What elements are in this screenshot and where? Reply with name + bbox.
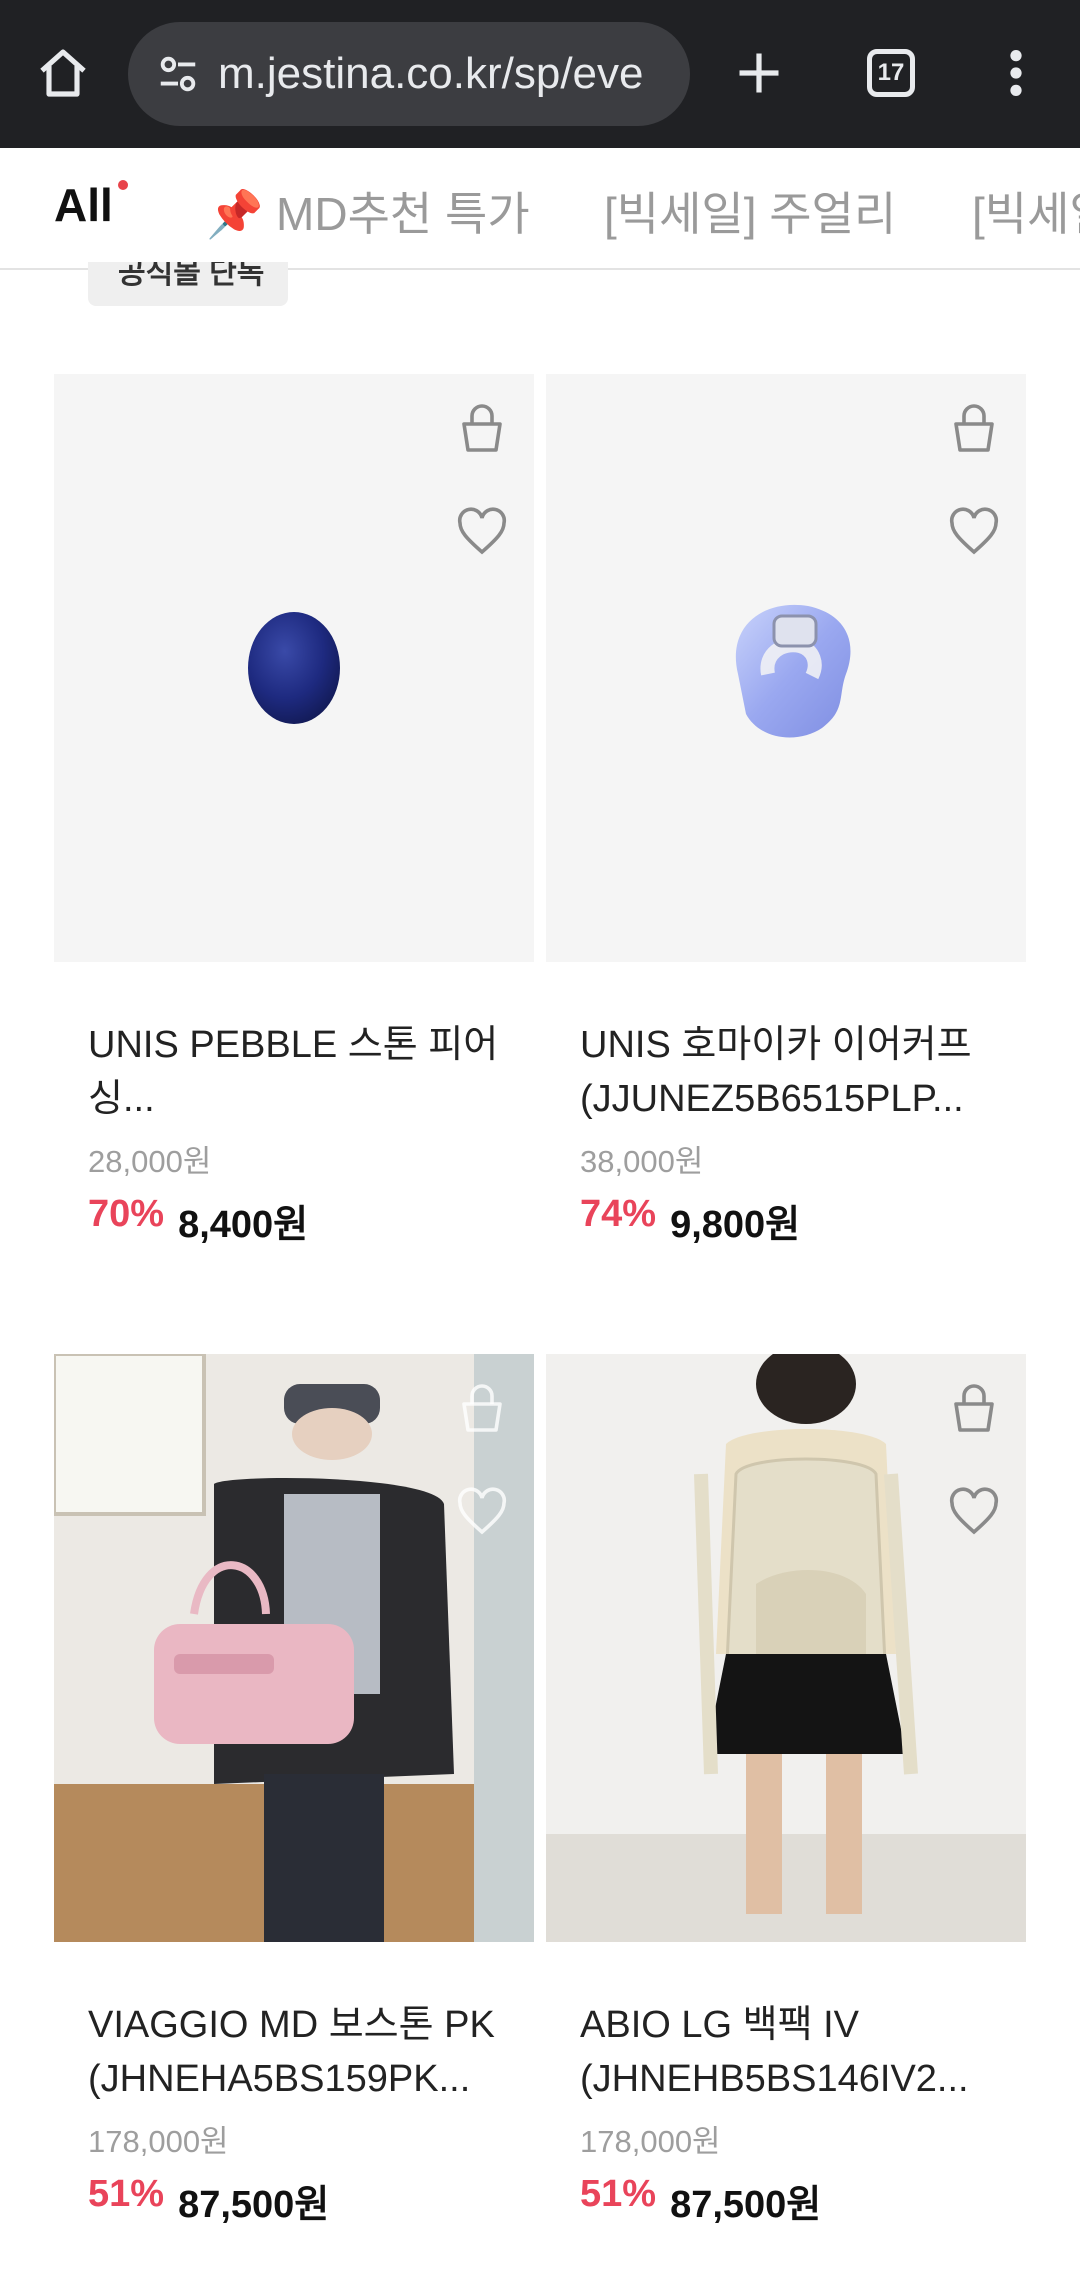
address-bar[interactable]: m.jestina.co.kr/sp/eve <box>128 22 690 126</box>
tab-md-recommend[interactable]: 📌 MD추천 특가 <box>206 178 530 244</box>
discount-rate: 51% <box>88 2173 165 2215</box>
product-image[interactable] <box>54 374 534 962</box>
exclusive-tag-label: 공식몰 단독 <box>118 262 265 290</box>
more-vert-icon <box>1010 50 1022 96</box>
discount-rate: 70% <box>88 1193 165 1235</box>
url-text: m.jestina.co.kr/sp/eve <box>218 49 644 98</box>
tab-big-sale-more[interactable]: [빅세일 <box>972 178 1080 244</box>
backpack-photo <box>546 1354 1026 1942</box>
browser-toolbar: m.jestina.co.kr/sp/eve 17 <box>0 0 1080 148</box>
ear-cuff-image <box>735 604 851 738</box>
discount-rate: 51% <box>580 2173 657 2215</box>
boston-bag-photo <box>54 1354 534 1942</box>
tab-all[interactable]: All <box>54 178 113 232</box>
product-image[interactable] <box>54 1354 534 1942</box>
product-card[interactable]: VIAGGIO MD 보스톤 PK (JHNEHA5BS159PK... 178… <box>54 1354 534 2228</box>
sale-price: 9,800원 <box>670 1204 801 1246</box>
product-image[interactable] <box>546 374 1026 962</box>
heart-icon[interactable] <box>946 504 1002 560</box>
tab-switcher-icon: 17 <box>867 49 915 97</box>
sale-price: 87,500원 <box>178 2184 330 2226</box>
product-card[interactable]: UNIS 호마이카 이어커프 (JJUNEZ5B6515PLP... 38,00… <box>546 374 1026 1248</box>
product-card[interactable]: UNIS PEBBLE 스톤 피어싱... 28,000원 70% 8,400원 <box>54 374 534 1248</box>
new-tab-button[interactable] <box>726 40 792 106</box>
cart-icon[interactable] <box>454 1380 510 1436</box>
site-settings-icon[interactable] <box>148 44 208 104</box>
category-tabs: All 📌 MD추천 특가 [빅세일] 주얼리 [빅세일 <box>0 148 1080 270</box>
cart-icon[interactable] <box>946 400 1002 456</box>
original-price: 38,000원 <box>580 1144 704 1179</box>
browser-menu-button[interactable] <box>990 40 1042 106</box>
sale-price: 8,400원 <box>178 1204 309 1246</box>
product-name[interactable]: UNIS 호마이카 이어커프 (JJUNEZ5B6515PLP... <box>580 1018 1000 1126</box>
product-name[interactable]: UNIS PEBBLE 스톤 피어싱... <box>88 1018 508 1126</box>
original-price: 178,000원 <box>88 2124 229 2159</box>
heart-icon[interactable] <box>454 504 510 560</box>
sale-price: 87,500원 <box>670 2184 822 2226</box>
product-name[interactable]: VIAGGIO MD 보스톤 PK (JHNEHA5BS159PK... <box>88 1998 508 2106</box>
heart-icon[interactable] <box>946 1484 1002 1540</box>
cart-icon[interactable] <box>946 1380 1002 1436</box>
home-button[interactable] <box>30 40 96 106</box>
tab-switcher-button[interactable]: 17 <box>858 40 924 106</box>
pebble-earring-image <box>248 612 340 724</box>
home-icon <box>40 49 86 97</box>
product-name[interactable]: ABIO LG 백팩 IV (JHNEHB5BS146IV2... <box>580 1998 1000 2106</box>
exclusive-tag: 공식몰 단독 <box>88 262 288 306</box>
plus-icon <box>739 53 779 93</box>
heart-icon[interactable] <box>454 1484 510 1540</box>
tab-big-sale-jewelry[interactable]: [빅세일] 주얼리 <box>604 178 896 244</box>
product-card[interactable]: ABIO LG 백팩 IV (JHNEHB5BS146IV2... 178,00… <box>546 1354 1026 2228</box>
cart-icon[interactable] <box>454 400 510 456</box>
product-image[interactable] <box>546 1354 1026 1942</box>
discount-rate: 74% <box>580 1193 657 1235</box>
new-indicator-dot <box>118 180 128 190</box>
original-price: 178,000원 <box>580 2124 721 2159</box>
tab-count: 17 <box>877 59 905 86</box>
original-price: 28,000원 <box>88 1144 212 1179</box>
